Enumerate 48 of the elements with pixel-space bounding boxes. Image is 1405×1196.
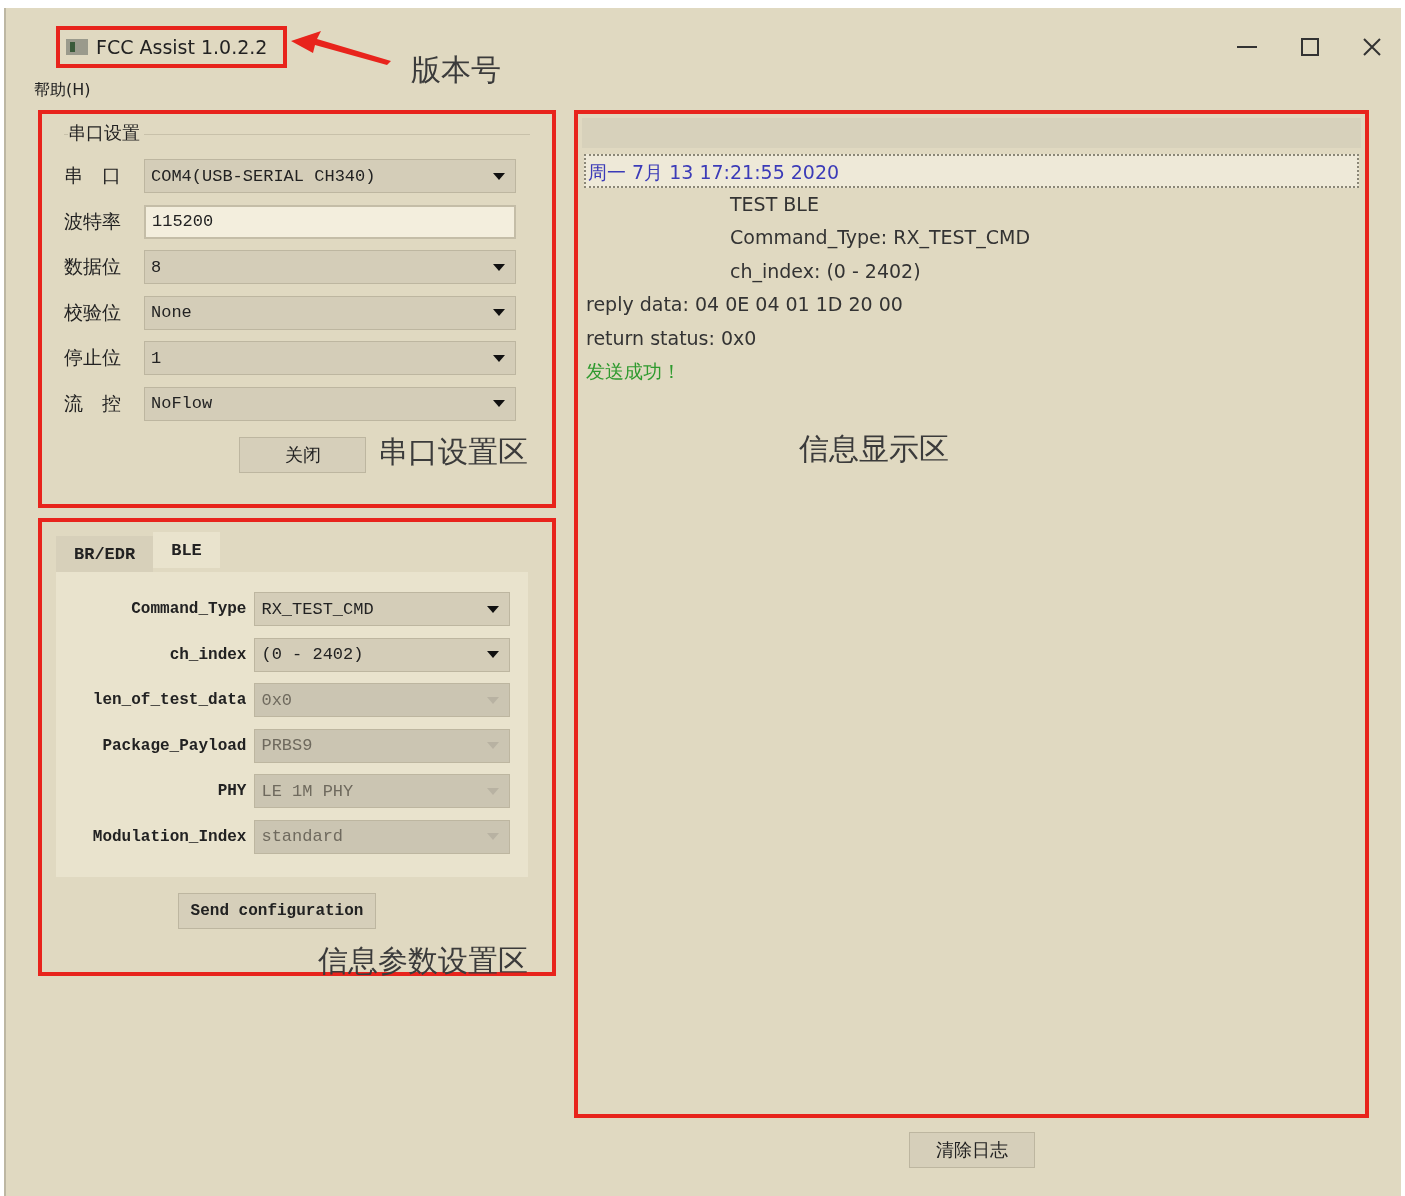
dropdown[interactable]: None — [144, 295, 516, 330]
dropdown[interactable]: (0 - 2402) — [254, 637, 510, 672]
dropdown[interactable]: COM4(USB-SERIAL CH340) — [144, 159, 516, 193]
dropdown-caret-icon — [493, 172, 505, 180]
dropdown-caret-icon — [493, 263, 505, 271]
log-line: ch_index: (0 - 2402) — [729, 258, 922, 285]
field-label: 波特率 — [64, 208, 122, 234]
field-label: 流 控 — [64, 390, 122, 416]
clear-log-button[interactable]: 清除日志 — [908, 1132, 1035, 1168]
dropdown[interactable]: 1 — [144, 341, 516, 375]
field-label: ch_index — [168, 645, 247, 664]
dropdown-caret-icon — [493, 354, 505, 362]
dropdown-caret-icon — [493, 400, 505, 407]
dropdown-caret-icon — [493, 309, 505, 316]
field-label: 校验位 — [64, 299, 122, 325]
dropdown[interactable]: RX_TEST_CMD — [254, 592, 510, 626]
input-field[interactable]: 115200 — [144, 204, 516, 239]
field-label: Command_Type — [130, 600, 247, 618]
app-icon — [66, 39, 88, 55]
group-title: 串口设置 — [68, 121, 144, 145]
send-configuration-button[interactable]: Send configuration — [178, 893, 376, 929]
log-line: return status: 0x0 — [585, 325, 758, 351]
field-label: Modulation_Index — [91, 827, 247, 846]
field-label: len_of_test_data — [91, 691, 247, 709]
dropdown-caret-icon — [487, 605, 499, 613]
field-label: 串 口 — [64, 163, 122, 188]
annotation-label: 信息显示区 — [799, 430, 949, 466]
tab[interactable]: BR/EDR — [56, 536, 154, 572]
field-label: 数据位 — [64, 254, 122, 279]
field-label: Package_Payload — [101, 736, 247, 755]
window-title: FCC Assist 1.0.2.2 — [96, 36, 268, 58]
annotation-label: 信息参数设置区 — [318, 942, 528, 980]
log-line: 发送成功！ — [585, 359, 682, 384]
close-port-button[interactable]: 关闭 — [239, 437, 366, 473]
log-line: reply data: 04 0E 04 01 1D 20 00 — [585, 292, 904, 317]
log-line: TEST BLE — [729, 191, 820, 217]
annotation-label: 版本号 — [411, 51, 502, 87]
dropdown[interactable]: NoFlow — [144, 386, 516, 421]
close-icon[interactable] — [1363, 38, 1381, 56]
dropdown-caret-icon — [487, 651, 499, 658]
annotation-label: 串口设置区 — [378, 433, 528, 471]
tab[interactable]: BLE — [153, 532, 220, 568]
maximize-icon[interactable] — [1301, 38, 1319, 56]
log-line: Command_Type: RX_TEST_CMD — [729, 225, 1032, 251]
menu-item[interactable]: 帮助(H) — [34, 80, 91, 99]
field-label: 停止位 — [64, 345, 122, 370]
dropdown[interactable]: 8 — [144, 250, 516, 284]
field-label: PHY — [216, 782, 247, 800]
